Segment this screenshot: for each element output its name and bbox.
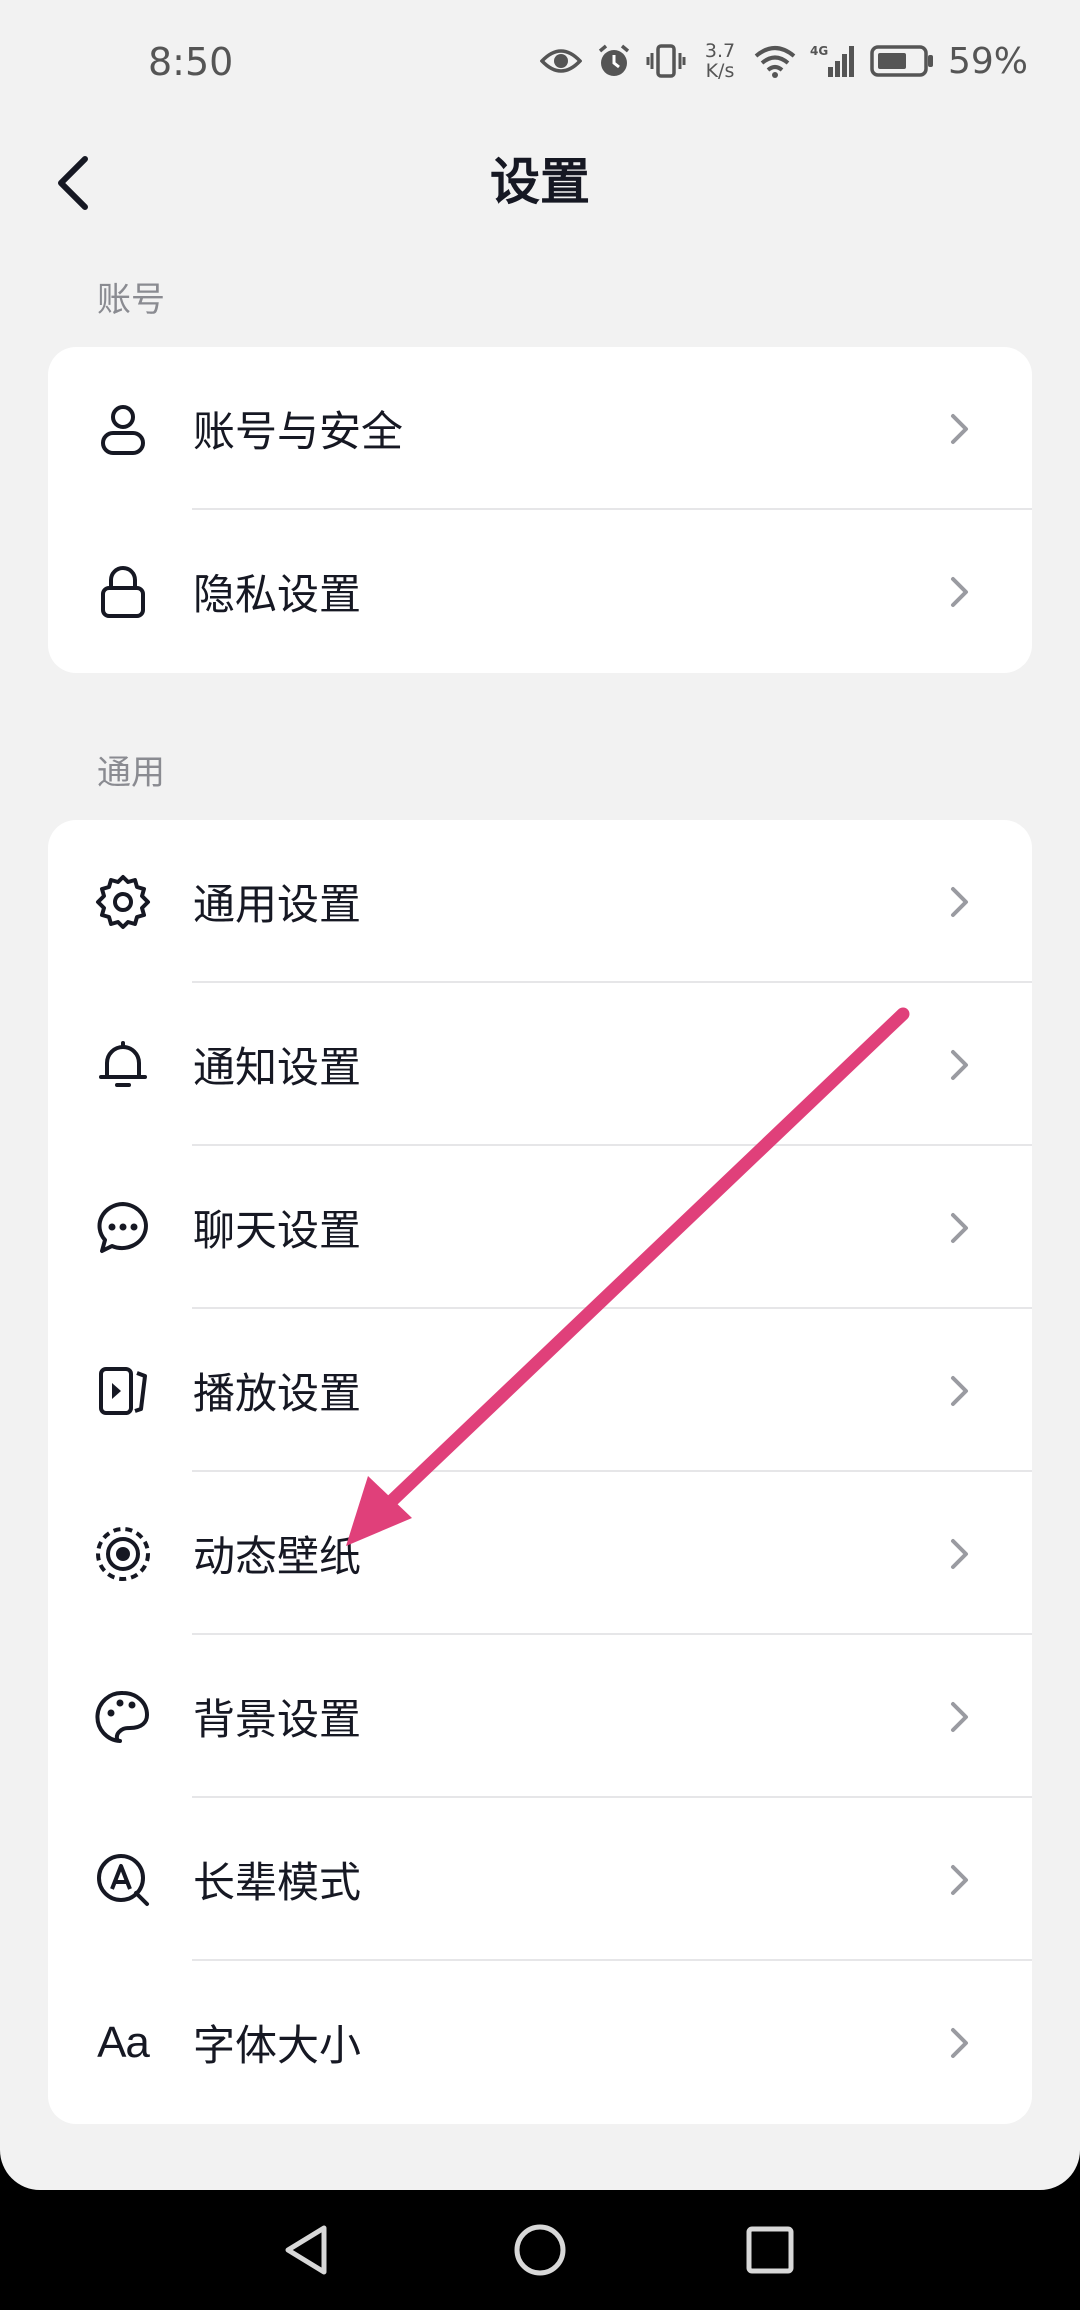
user-icon bbox=[92, 398, 154, 460]
status-icons: 3.7 K/s 4G 59% bbox=[539, 38, 1028, 84]
back-arrow-icon bbox=[58, 156, 88, 210]
status-time: 8:50 bbox=[148, 40, 234, 84]
chevron-right-icon bbox=[951, 1864, 968, 1895]
page-title: 设置 bbox=[490, 153, 590, 211]
chevron-right-icon bbox=[951, 886, 968, 917]
play-icon bbox=[92, 1360, 154, 1422]
elder-mode-icon bbox=[92, 1849, 154, 1911]
general-card: 通用设置 通知设置 聊天设置 播放设置 动态壁纸 背景设置 长辈模式 Aa 字体… bbox=[48, 820, 1032, 2124]
settings-item-label: 播放设置 bbox=[193, 1369, 362, 1418]
palette-icon bbox=[92, 1686, 154, 1748]
settings-screen: 8:50 3.7 K/s 4G 59% 设置 账号 账号与安全 隐私设置 通用 … bbox=[0, 0, 1080, 2190]
chevron-right-icon bbox=[951, 2027, 968, 2058]
nav-recents-button[interactable] bbox=[734, 2214, 806, 2286]
nav-back-button[interactable] bbox=[272, 2214, 344, 2286]
eye-icon bbox=[539, 46, 582, 76]
settings-item-label: 通知设置 bbox=[193, 1043, 362, 1092]
vibrate-icon bbox=[646, 43, 686, 79]
battery-icon bbox=[870, 44, 934, 78]
settings-item-label: 聊天设置 bbox=[193, 1206, 362, 1255]
settings-item-privacy[interactable]: 隐私设置 bbox=[48, 510, 1032, 673]
account-card: 账号与安全 隐私设置 bbox=[48, 347, 1032, 673]
section-title-general: 通用 bbox=[97, 753, 165, 793]
chevron-right-icon bbox=[951, 1701, 968, 1732]
network-speed: 3.7 K/s bbox=[700, 41, 740, 81]
settings-item-account-security[interactable]: 账号与安全 bbox=[48, 347, 1032, 510]
settings-item-general[interactable]: 通用设置 bbox=[48, 820, 1032, 983]
font-size-icon: Aa bbox=[97, 2017, 150, 2067]
settings-item-elder-mode[interactable]: 长辈模式 bbox=[48, 1798, 1032, 1961]
alarm-icon bbox=[596, 43, 632, 79]
settings-item-label: 通用设置 bbox=[193, 880, 362, 929]
navigation-bar bbox=[0, 2190, 1080, 2310]
signal-label: 4G bbox=[810, 44, 828, 58]
settings-item-label: 背景设置 bbox=[193, 1695, 362, 1744]
section-title-account: 账号 bbox=[97, 280, 165, 320]
nav-back-triangle-icon bbox=[285, 2225, 327, 2275]
settings-item-playback[interactable]: 播放设置 bbox=[48, 1309, 1032, 1472]
settings-item-label: 动态壁纸 bbox=[193, 1532, 362, 1581]
gear-icon bbox=[92, 871, 154, 933]
bell-icon bbox=[92, 1034, 154, 1096]
settings-item-background[interactable]: 背景设置 bbox=[48, 1635, 1032, 1798]
settings-item-label: 账号与安全 bbox=[193, 407, 404, 456]
settings-item-font-size[interactable]: Aa 字体大小 bbox=[48, 1961, 1032, 2124]
settings-item-chat[interactable]: 聊天设置 bbox=[48, 1146, 1032, 1309]
chevron-right-icon bbox=[951, 413, 968, 444]
settings-item-label: 隐私设置 bbox=[193, 570, 362, 619]
chevron-right-icon bbox=[951, 576, 968, 607]
settings-item-label: 长辈模式 bbox=[193, 1858, 362, 1907]
back-button[interactable] bbox=[38, 148, 108, 218]
settings-item-label: 字体大小 bbox=[193, 2021, 362, 2070]
chevron-right-icon bbox=[951, 1049, 968, 1080]
chevron-right-icon bbox=[951, 1538, 968, 1569]
live-wallpaper-icon bbox=[92, 1523, 154, 1585]
settings-item-notifications[interactable]: 通知设置 bbox=[48, 983, 1032, 1146]
nav-home-circle-icon bbox=[514, 2224, 566, 2276]
status-bar: 8:50 3.7 K/s 4G 59% bbox=[0, 0, 1080, 120]
cellular-signal-icon: 4G bbox=[810, 43, 856, 79]
settings-item-live-wallpaper[interactable]: 动态壁纸 bbox=[48, 1472, 1032, 1635]
header: 设置 bbox=[0, 120, 1080, 250]
chat-bubble-icon bbox=[92, 1197, 154, 1259]
network-speed-unit: K/s bbox=[705, 60, 735, 82]
network-speed-value: 3.7 bbox=[704, 40, 736, 62]
chevron-right-icon bbox=[951, 1212, 968, 1243]
chevron-right-icon bbox=[951, 1375, 968, 1406]
battery-percent: 59% bbox=[947, 40, 1028, 82]
nav-recents-square-icon bbox=[746, 2226, 794, 2274]
wifi-icon bbox=[754, 44, 796, 78]
lock-icon bbox=[92, 561, 154, 623]
nav-home-button[interactable] bbox=[504, 2214, 576, 2286]
